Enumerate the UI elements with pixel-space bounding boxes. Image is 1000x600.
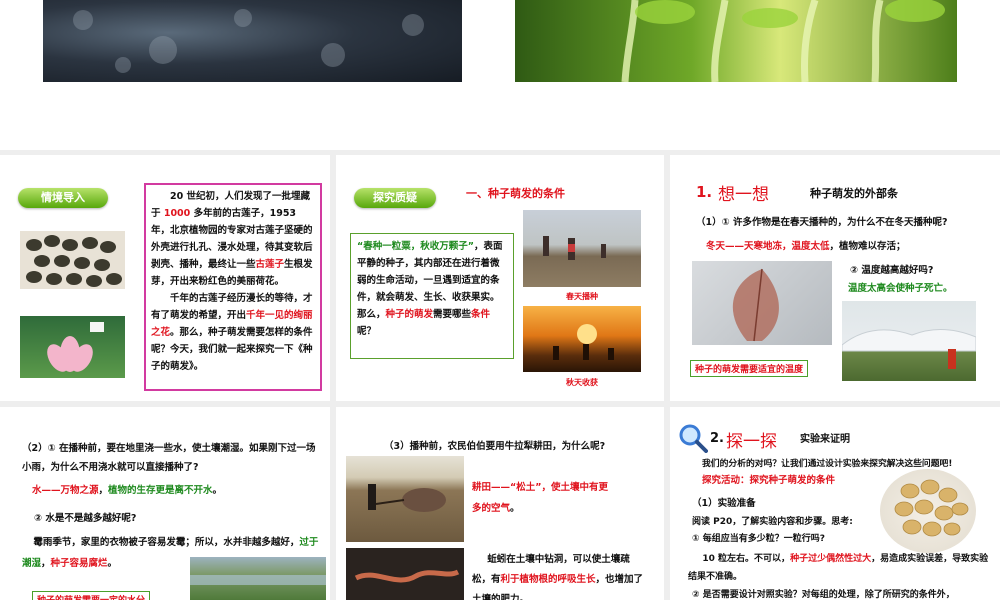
intro-text-box: 20 世纪初，人们发现了一批埋藏于 1000 多年前的古莲子，1953 年，北京… bbox=[144, 183, 322, 391]
instruction-text: 阅读 P20，了解实验内容和步骤。思考: bbox=[692, 517, 853, 527]
question-text: ② 是否需要设计对照实验？对每组的处理，除了所研究的条件外， bbox=[692, 590, 955, 600]
section-badge: 情境导入 bbox=[18, 188, 108, 208]
soybean-seeds-photo bbox=[880, 469, 976, 553]
slide-think-air: （3）播种前，农民伯伯要用牛拉犁耕田，为什么呢? 耕田——“松土”，使土壤中有更… bbox=[336, 407, 664, 600]
highlight-text: 种子过少偶然性过大 bbox=[790, 554, 872, 564]
photo-caption: 春天播种 bbox=[566, 292, 598, 301]
intro-paragraph: 。那么，种子萌发需要怎样的条件呢？今天，我们就一起来探究一下《种子的萌发》。 bbox=[151, 327, 313, 372]
step-subheading: 实验来证明 bbox=[800, 434, 850, 445]
answer-text-rest: 霉雨季节，家里的衣物被子容易发霉；所以，水并非越多越好， bbox=[33, 537, 300, 548]
question-text: ② 温度越高越好吗? bbox=[850, 265, 934, 276]
answer-text-rest: 10 粒左右。不可以， bbox=[702, 554, 791, 564]
autumn-harvest-photo bbox=[523, 306, 641, 372]
earthworm-photo bbox=[346, 548, 464, 600]
highlight-text: 水——万物之源 bbox=[32, 485, 99, 496]
step-heading: 探一探 bbox=[726, 432, 777, 452]
step-subheading: 种子萌发的外部条 bbox=[810, 187, 898, 200]
activity-title: 探究活动：探究种子萌发的条件 bbox=[702, 475, 836, 486]
poem-quote: “春种一粒粟，秋收万颗子” bbox=[357, 241, 474, 252]
question-text: （1）① 许多作物是在春天播种的，为什么不在冬天播种呢? bbox=[696, 217, 948, 228]
seedling-sprouts-photo bbox=[515, 0, 957, 82]
flooded-field-photo bbox=[190, 557, 326, 600]
answer-text-rest: 。 bbox=[212, 485, 223, 496]
answer-text-rest: ， bbox=[98, 485, 109, 496]
answer-text: 蚯蚓在土壤中钻洞，可以使土壤疏松，有利于植物根的呼吸生长，也增加了土壤的肥力。 bbox=[472, 550, 648, 600]
answer-text: 10 粒左右。不可以，种子过少偶然性过大，易造成实验误差，导致实验结果不准确。 bbox=[688, 550, 994, 586]
section-badge: 探究质疑 bbox=[354, 188, 436, 208]
highlight-text: 耕田——“松土”，使土壤中有更多的空气 bbox=[472, 482, 608, 514]
intro-text: 我们的分析的对吗？让我们通过设计实验来探究解决这些问题吧! bbox=[702, 459, 953, 469]
ancient-lotus-seeds-photo bbox=[43, 0, 462, 82]
poem-text: 呢？ bbox=[357, 326, 377, 337]
answer-text-rest: ， bbox=[41, 558, 51, 569]
question-text: （3）播种前，农民伯伯要用牛拉犁耕田，为什么呢? bbox=[384, 441, 606, 452]
section-title: 一、种子萌发的条件 bbox=[466, 187, 565, 200]
answer-text-rest: 。 bbox=[510, 503, 520, 514]
greenhouse-photo bbox=[842, 301, 976, 381]
frozen-leaf-photo bbox=[692, 261, 832, 345]
answer-text: 水——万物之源，植物的生存更是离不开水。 bbox=[32, 482, 222, 496]
answer-text-rest: 。 bbox=[107, 558, 118, 569]
step-number: 1. bbox=[696, 183, 713, 201]
magnifier-icon bbox=[678, 423, 708, 453]
question-text: （2）① 在播种前，要在地里浇一些水，使土壤潮湿。如果刚下过一场小雨，为什么不用… bbox=[22, 443, 316, 473]
question-text: ② 水是不是越多越好呢? bbox=[34, 513, 137, 524]
slide-think-temperature: 1. 想一想 种子萌发的外部条 （1）① 许多作物是在春天播种的，为什么不在冬天… bbox=[670, 155, 1000, 401]
question-text: ① 每组应当有多少粒？一粒行吗? bbox=[692, 534, 825, 544]
slide-think-water: （2）① 在播种前，要在地里浇一些水，使土壤潮湿。如果刚下过一场小雨，为什么不用… bbox=[0, 407, 330, 600]
highlight-number: 1000 bbox=[163, 208, 191, 219]
slide-explore-experiment: 2. 探一探 实验来证明 我们的分析的对吗？让我们通过设计实验来探究解决这些问题… bbox=[670, 407, 1000, 600]
highlight-text: 植物的生存更是离不开水 bbox=[108, 485, 213, 496]
slide-context-intro: 情境导入 20 世纪初，人们发现了一批埋藏于 1000 多年前的古莲子，1953… bbox=[0, 155, 330, 401]
conclusion-box: 种子的萌发需要适宜的温度 bbox=[690, 360, 809, 377]
answer-highlight: 温度太高会使种子死亡。 bbox=[848, 283, 953, 294]
poem-text: 需要哪些 bbox=[433, 309, 472, 320]
step-number: 2. bbox=[710, 431, 724, 446]
highlight-text: 利于植物根的呼吸生长 bbox=[500, 574, 596, 585]
highlight-text: 种子容易腐烂 bbox=[50, 558, 108, 569]
highlight-text: 冬天——天寒地冻，温度太低 bbox=[706, 241, 830, 252]
answer-text-rest: ，植物难以存活； bbox=[829, 241, 906, 252]
step-heading: 想一想 bbox=[718, 185, 769, 205]
lotus-flower-photo bbox=[20, 316, 125, 378]
answer-text: 冬天——天寒地冻，温度太低，植物难以存活； bbox=[706, 238, 906, 252]
spring-sowing-photo bbox=[523, 210, 641, 287]
conclusion-box: 种子的萌发需要一定的水分 bbox=[32, 591, 151, 600]
section-label: （1）实验准备 bbox=[692, 498, 756, 509]
slide-inquiry-question: 探究质疑 一、种子萌发的条件 “春种一粒粟，秋收万颗子”，表面平静的种子，其内部… bbox=[336, 155, 664, 401]
poem-text-box: “春种一粒粟，秋收万颗子”，表面平静的种子，其内部还在进行着微弱的生命活动，一旦… bbox=[350, 233, 514, 359]
photo-caption: 秋天收获 bbox=[566, 378, 598, 387]
ox-plowing-photo bbox=[346, 456, 464, 542]
highlight-text: 古莲子 bbox=[255, 259, 285, 270]
lotus-seeds-photo bbox=[20, 231, 125, 289]
highlight-text: 种子的萌发 bbox=[385, 309, 434, 320]
highlight-text: 条件 bbox=[471, 309, 491, 320]
answer-text: 耕田——“松土”，使土壤中有更多的空气。 bbox=[472, 477, 612, 519]
